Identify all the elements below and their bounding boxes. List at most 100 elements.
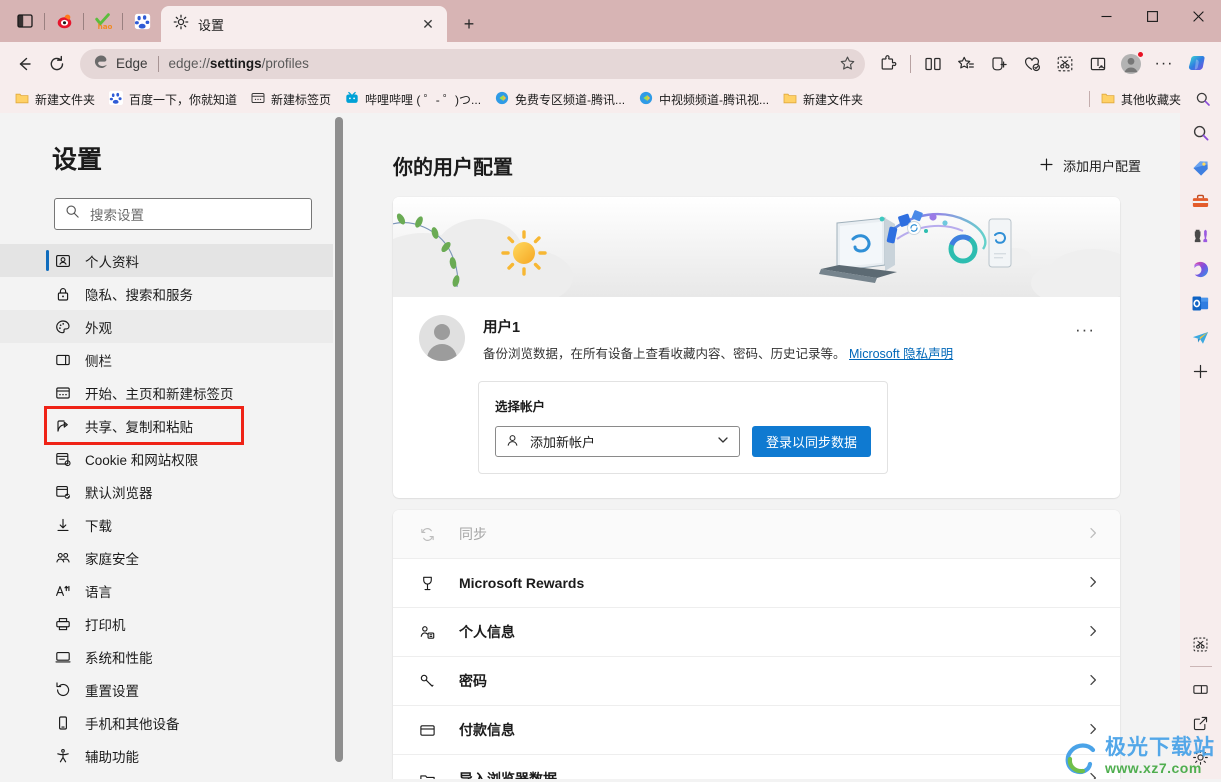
profile-settings-list: 同步 Microsoft Rewards 个人信息 密码 付款信息	[393, 510, 1120, 779]
search-icon[interactable]	[1185, 117, 1217, 149]
read-aloud-icon[interactable]	[1082, 48, 1114, 80]
profile-avatar-button[interactable]	[1115, 48, 1147, 80]
bookmark-item[interactable]: 新建文件夹	[776, 88, 870, 111]
add-sidebar-app-icon[interactable]	[1185, 355, 1217, 387]
row-personal-info[interactable]: 个人信息	[393, 608, 1120, 657]
bookmark-item[interactable]: 新建文件夹	[8, 88, 102, 111]
baidu-favicon[interactable]	[127, 6, 157, 36]
sidebar-item-sidebar[interactable]: 侧栏	[0, 343, 333, 376]
bookmark-item[interactable]: 新建标签页	[244, 88, 338, 111]
sidebar-item-family-safety[interactable]: 家庭安全	[0, 541, 333, 574]
default-browser-icon	[54, 484, 72, 500]
snip-icon[interactable]	[1185, 628, 1217, 660]
row-label: 个人信息	[459, 622, 515, 642]
telegram-icon[interactable]	[1185, 321, 1217, 353]
sidebar-item-privacy[interactable]: 隐私、搜索和服务	[0, 277, 333, 310]
row-payment-info[interactable]: 付款信息	[393, 706, 1120, 755]
m365-icon[interactable]	[1185, 253, 1217, 285]
other-favorites-folder[interactable]: 其他收藏夹	[1094, 88, 1188, 111]
sidebar-item-label: 默认浏览器	[85, 482, 153, 502]
system-icon	[54, 649, 72, 665]
chevron-right-icon	[1086, 722, 1100, 739]
favorite-star-icon[interactable]	[833, 50, 861, 78]
copilot-icon[interactable]	[1181, 48, 1213, 80]
tab-close-button[interactable]: ✕	[417, 13, 439, 35]
sidebar-item-printers[interactable]: 打印机	[0, 607, 333, 640]
more-menu-button[interactable]: ···	[1148, 48, 1180, 80]
profile-more-button[interactable]: ···	[1070, 315, 1100, 345]
language-icon	[54, 583, 72, 599]
row-label: Microsoft Rewards	[459, 575, 584, 591]
bookmark-item[interactable]: 免费专区频道-腾讯...	[488, 88, 632, 111]
sidebar-item-downloads[interactable]: 下载	[0, 508, 333, 541]
bookmark-label: 新建文件夹	[803, 91, 863, 108]
other-favorites-label: 其他收藏夹	[1121, 91, 1181, 108]
sidebar-item-start-home-newtab[interactable]: 开始、主页和新建标签页	[0, 376, 333, 409]
sidebar-scrollbar-thumb[interactable]	[335, 117, 343, 762]
trophy-icon	[417, 575, 437, 592]
tab-settings[interactable]: 设置 ✕	[161, 6, 447, 42]
bookmark-item[interactable]: 哔哩哔哩 ( ゜- ゜)つ...	[338, 88, 488, 111]
browser-essentials-icon[interactable]	[1016, 48, 1048, 80]
split-screen-icon[interactable]	[917, 48, 949, 80]
sidebar-item-phone-devices[interactable]: 手机和其他设备	[0, 706, 333, 739]
shopping-tag-icon[interactable]	[1185, 151, 1217, 183]
profile-notification-badge	[1137, 51, 1144, 58]
weibo-favicon[interactable]	[49, 6, 79, 36]
close-button[interactable]	[1175, 0, 1221, 32]
new-tab-button[interactable]: +	[454, 9, 484, 39]
page-title: 设置	[52, 140, 333, 176]
tab-search-icon[interactable]	[10, 6, 40, 36]
extensions-icon[interactable]	[872, 48, 904, 80]
printer-icon	[54, 616, 72, 632]
bookmark-item[interactable]: 中视频频道-腾讯视...	[632, 88, 776, 111]
row-sync[interactable]: 同步	[393, 510, 1120, 559]
privacy-statement-link[interactable]: Microsoft 隐私声明	[849, 347, 953, 361]
games-icon[interactable]	[1185, 219, 1217, 251]
sidebar-item-share-copy-paste[interactable]: 共享、复制和粘贴	[0, 409, 333, 442]
open-external-icon[interactable]	[1185, 707, 1217, 739]
favorites-icon[interactable]	[950, 48, 982, 80]
back-button[interactable]	[8, 48, 40, 80]
bookmark-item[interactable]: 百度一下，你就知道	[102, 88, 244, 111]
sidebar-item-about-edge[interactable]: 关于 Microsoft Edge	[0, 772, 333, 779]
collections-icon[interactable]	[983, 48, 1015, 80]
maximize-button[interactable]	[1129, 0, 1175, 32]
sidebar-item-default-browser[interactable]: 默认浏览器	[0, 475, 333, 508]
outlook-icon[interactable]	[1185, 287, 1217, 319]
screenshot-icon[interactable]	[1049, 48, 1081, 80]
bookmark-label: 中视频频道-腾讯视...	[659, 91, 769, 108]
tools-icon[interactable]	[1185, 185, 1217, 217]
refresh-button[interactable]	[41, 48, 73, 80]
sidebar-item-cookies-permissions[interactable]: Cookie 和网站权限	[0, 442, 333, 475]
watermark-logo	[1063, 741, 1099, 777]
chevron-right-icon	[1086, 575, 1100, 592]
settings-sidebar: 设置 搜索设置 个人资料 隐私、搜索和服务 外观 侧栏	[0, 113, 333, 779]
row-import-browser-data[interactable]: 导入浏览器数据	[393, 755, 1120, 779]
home-icon	[54, 385, 72, 401]
sidebar-item-accessibility[interactable]: 辅助功能	[0, 739, 333, 772]
signin-sync-button[interactable]: 登录以同步数据	[752, 426, 871, 457]
lock-icon	[54, 286, 72, 302]
sidebar-settings-icon[interactable]	[1185, 741, 1217, 773]
sidebar-item-label: 外观	[85, 317, 112, 337]
sidebar-item-system-performance[interactable]: 系统和性能	[0, 640, 333, 673]
search-settings-input[interactable]: 搜索设置	[54, 198, 312, 230]
tab-title: 设置	[198, 15, 408, 34]
family-icon	[54, 550, 72, 566]
minimize-button[interactable]	[1083, 0, 1129, 32]
row-passwords[interactable]: 密码	[393, 657, 1120, 706]
bookmark-search-icon[interactable]	[1188, 88, 1213, 110]
sidebar-item-profiles[interactable]: 个人资料	[0, 244, 333, 277]
sidebar-item-languages[interactable]: 语言	[0, 574, 333, 607]
sidebar-item-label: 语言	[85, 581, 112, 601]
split-screen-icon[interactable]	[1185, 673, 1217, 705]
account-select-dropdown[interactable]: 添加新帐户	[495, 426, 740, 457]
sidebar-item-appearance[interactable]: 外观	[0, 310, 333, 343]
sidebar-item-reset-settings[interactable]: 重置设置	[0, 673, 333, 706]
row-microsoft-rewards[interactable]: Microsoft Rewards	[393, 559, 1120, 608]
omnibox-url: edge://settings/profiles	[169, 56, 309, 71]
address-bar[interactable]: Edge edge://settings/profiles	[80, 49, 865, 79]
add-profile-button[interactable]: 添加用户配置	[1039, 156, 1141, 175]
hao123-favicon[interactable]: hao	[88, 6, 118, 36]
